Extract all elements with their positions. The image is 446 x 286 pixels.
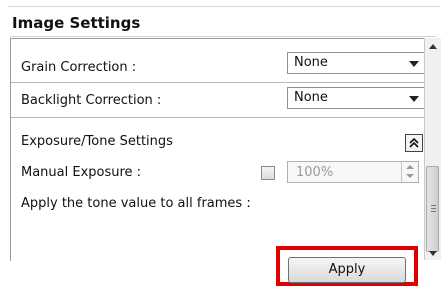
chevron-down-icon <box>409 96 419 102</box>
section-title: Image Settings <box>12 14 141 32</box>
double-chevron-up-icon <box>409 137 419 148</box>
grip-line <box>431 205 436 206</box>
row-divider <box>11 82 425 83</box>
manual-exposure-checkbox[interactable] <box>261 166 275 180</box>
grip-line <box>431 211 436 212</box>
vertical-scrollbar[interactable] <box>424 38 441 260</box>
exposure-value: 100% <box>296 165 334 180</box>
stepper-buttons[interactable] <box>401 162 418 182</box>
collapse-button[interactable] <box>405 134 423 152</box>
scroll-down-icon[interactable] <box>429 251 437 256</box>
backlight-correction-label: Backlight Correction : <box>21 93 162 108</box>
grain-correction-label: Grain Correction : <box>21 60 137 75</box>
settings-panel: Grain Correction : None Backlight Correc… <box>10 38 425 261</box>
grain-correction-value: None <box>294 55 328 70</box>
exposure-stepper[interactable]: 100% <box>287 161 419 183</box>
exposure-tone-label: Exposure/Tone Settings <box>21 134 173 149</box>
row-divider <box>11 117 425 118</box>
manual-exposure-label: Manual Exposure : <box>21 165 142 180</box>
chevron-down-icon <box>409 61 419 67</box>
scroll-up-icon[interactable] <box>429 44 437 49</box>
stepper-down-icon[interactable] <box>406 174 414 178</box>
top-divider <box>8 6 440 7</box>
backlight-correction-value: None <box>294 90 328 105</box>
title-divider <box>10 36 436 37</box>
stepper-up-icon[interactable] <box>406 165 414 169</box>
apply-tone-label: Apply the tone value to all frames : <box>21 196 251 211</box>
grain-correction-dropdown[interactable]: None <box>287 52 425 74</box>
apply-button[interactable]: Apply <box>288 257 406 283</box>
backlight-correction-dropdown[interactable]: None <box>287 87 425 109</box>
grip-line <box>431 208 436 209</box>
apply-button-label: Apply <box>288 257 406 283</box>
scrollbar-thumb[interactable] <box>426 166 439 252</box>
